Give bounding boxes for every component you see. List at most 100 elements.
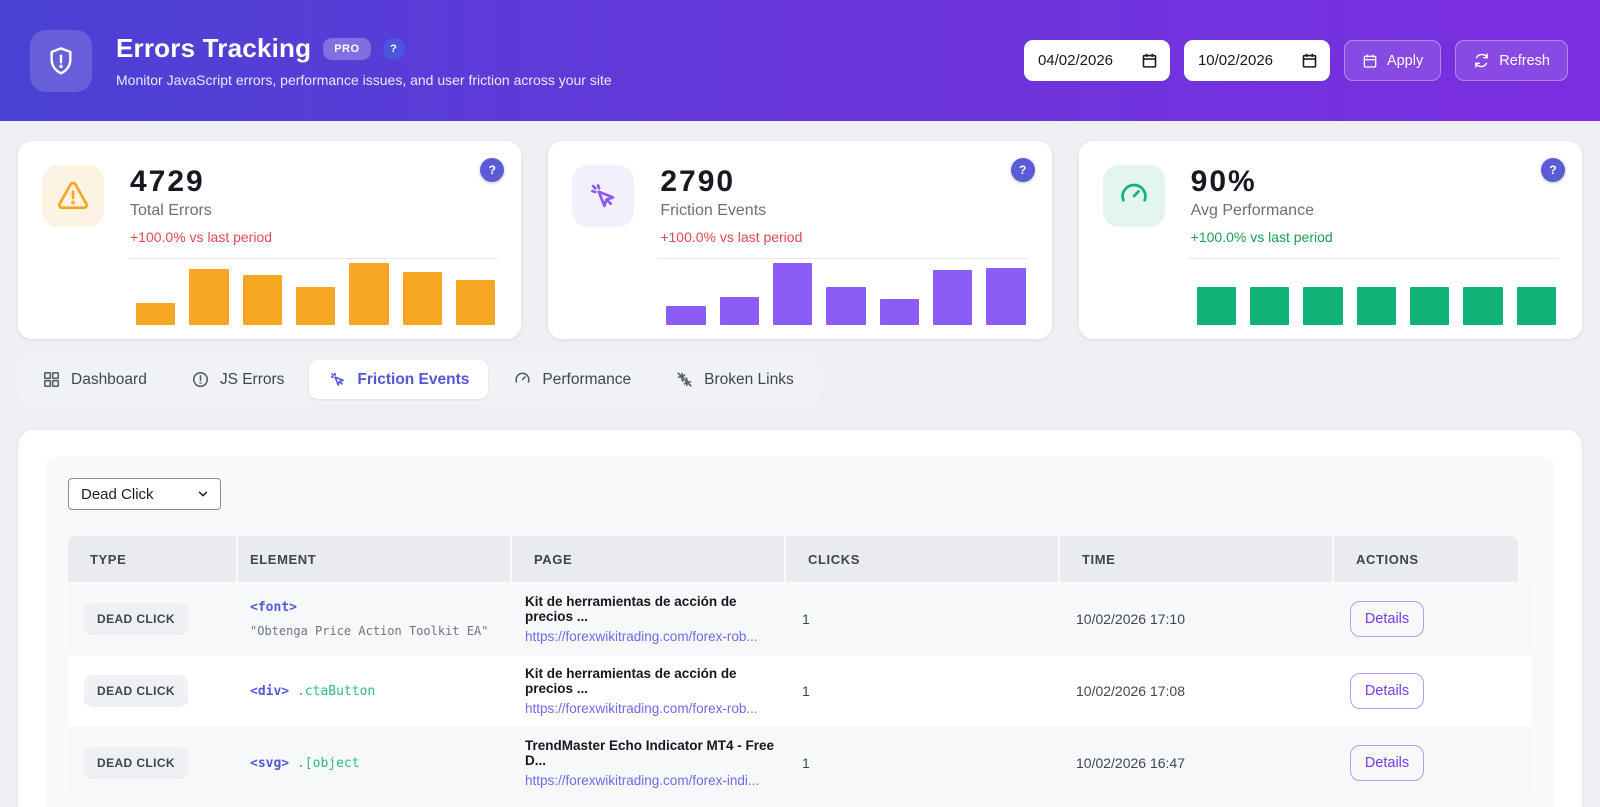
errors-mini-bar-chart [136,263,496,325]
element-tag: <div> [250,683,290,699]
page-url-link[interactable]: https://forexwikitrading.com/forex-indi.… [525,773,786,788]
tab-bar: Dashboard JS Errors Friction Events Perf… [18,355,818,404]
element-cell: <div> .ctaButton [238,684,512,699]
date-to-input[interactable]: 10/02/2026 [1183,40,1330,81]
performance-mini-bar-chart [1196,263,1556,325]
column-header-type: TYPE [68,536,236,582]
refresh-icon [1475,53,1489,68]
gauge-icon [515,372,531,383]
broken-link-icon [677,372,692,387]
refresh-button[interactable]: Refresh [1455,40,1568,81]
time-cell: 10/02/2026 17:08 [1076,683,1185,699]
element-class: .[object [296,755,360,771]
page-url-link[interactable]: https://forexwikitrading.com/forex-rob..… [525,629,786,644]
table-row: DEAD CLICK <div> .ctaButton Kit de herra… [68,656,1532,726]
page-cell: Kit de herramientas de acción de precios… [512,594,786,644]
details-button[interactable]: Details [1350,745,1424,781]
type-badge: DEAD CLICK [84,675,188,707]
stat-value: 90% [1190,165,1257,198]
table-row: DEAD CLICK <font> "Obtenga Price Action … [68,584,1532,654]
column-header-time: TIME [1060,536,1332,582]
calendar-icon [1302,53,1317,68]
divider [1188,258,1558,259]
column-header-clicks: CLICKS [786,536,1058,582]
pro-badge: PRO [323,37,371,60]
card-help-icon[interactable]: ? [1540,158,1565,182]
card-help-icon[interactable]: ? [480,158,505,182]
alert-circle-icon [192,371,208,388]
table-header-row: TYPE ELEMENT PAGE CLICKS TIME ACTIONS [68,536,1532,582]
apply-button[interactable]: Apply [1343,40,1442,81]
date-from-value: 04/02/2026 [1037,52,1114,69]
card-help-icon[interactable]: ? [1010,158,1035,182]
tab-label: Dashboard [71,370,147,388]
details-button[interactable]: Details [1350,673,1424,709]
stat-cards: ? 4729 Total Errors +100.0% vs last peri… [0,121,1600,339]
page-title-text: TrendMaster Echo Indicator MT4 - Free D.… [525,738,775,768]
tab-label: Performance [542,370,632,388]
tab-label: JS Errors [219,370,285,388]
stat-card-friction-events: ? 2790 Friction Events +100.0% vs last p… [548,141,1052,339]
column-header-element: ELEMENT [238,536,510,582]
details-button[interactable]: Details [1350,601,1424,637]
stat-card-total-errors: ? 4729 Total Errors +100.0% vs last peri… [18,141,522,339]
stat-label: Friction Events [660,202,767,219]
divider [658,258,1028,259]
type-badge: DEAD CLICK [84,747,188,779]
friction-mini-bar-chart [666,263,1026,325]
page-title: Errors Tracking [116,33,312,63]
table-panel: Dead Click TYPE ELEMENT PAGE CLICKS TIME… [45,457,1555,807]
page-title-text: Kit de herramientas de acción de precios… [525,666,737,696]
stat-change: +100.0% vs last period [130,229,273,245]
grid-icon [43,371,60,388]
table-row: DEAD CLICK <svg> .[object TrendMaster Ec… [68,728,1532,798]
stat-card-avg-performance: ? 90% Avg Performance +100.0% vs last pe… [1078,141,1582,339]
element-detail: "Obtenga Price Action Toolkit EA" [250,624,489,638]
time-cell: 10/02/2026 17:10 [1076,611,1185,627]
page-cell: Kit de herramientas de acción de precios… [512,666,786,716]
stat-label: Avg Performance [1190,202,1314,219]
table-body: DEAD CLICK <font> "Obtenga Price Action … [68,584,1532,798]
clicks-cell: 1 [802,755,810,771]
element-cell: <font> "Obtenga Price Action Toolkit EA" [238,600,512,638]
divider [128,258,498,259]
column-header-page: PAGE [512,536,784,582]
header-help-icon[interactable]: ? [382,37,405,60]
tab-performance[interactable]: Performance [494,360,650,399]
stat-label: Total Errors [130,202,212,219]
tab-broken-links[interactable]: Broken Links [656,360,813,399]
stat-change: +100.0% vs last period [1190,229,1333,245]
tab-label: Friction Events [357,370,470,388]
page-cell: TrendMaster Echo Indicator MT4 - Free D.… [512,738,786,788]
clicks-cell: 1 [802,683,810,699]
tab-friction-events[interactable]: Friction Events [309,360,489,399]
column-header-actions: ACTIONS [1334,536,1518,582]
page-url-link[interactable]: https://forexwikitrading.com/forex-rob..… [525,701,786,716]
stat-value: 4729 [130,165,205,198]
tab-dashboard[interactable]: Dashboard [23,360,166,399]
element-cell: <svg> .[object [238,756,512,771]
apply-label: Apply [1386,52,1424,69]
stat-value: 2790 [660,165,736,198]
element-tag: <font> [250,600,297,615]
refresh-label: Refresh [1499,52,1550,69]
selected-filter-value: Dead Click [81,485,154,503]
cursor-click-icon [331,372,345,386]
date-from-input[interactable]: 04/02/2026 [1023,40,1170,81]
tab-label: Broken Links [704,370,794,388]
cursor-click-icon [572,165,635,227]
chevron-down-icon [198,491,208,497]
element-class: .ctaButton [296,683,376,699]
friction-type-select[interactable]: Dead Click [68,478,221,510]
calendar-icon [1363,54,1377,68]
gauge-icon [1102,165,1165,227]
time-cell: 10/02/2026 16:47 [1076,755,1185,771]
tab-js-errors[interactable]: JS Errors [172,360,304,399]
date-to-value: 10/02/2026 [1197,52,1274,69]
element-tag: <svg> [250,755,290,771]
errors-tracking-page: Errors Tracking PRO ? Monitor JavaScript… [0,0,1600,807]
stat-change: +100.0% vs last period [660,229,803,245]
calendar-icon [1142,53,1157,68]
clicks-cell: 1 [802,611,810,627]
warning-triangle-icon [42,165,104,227]
